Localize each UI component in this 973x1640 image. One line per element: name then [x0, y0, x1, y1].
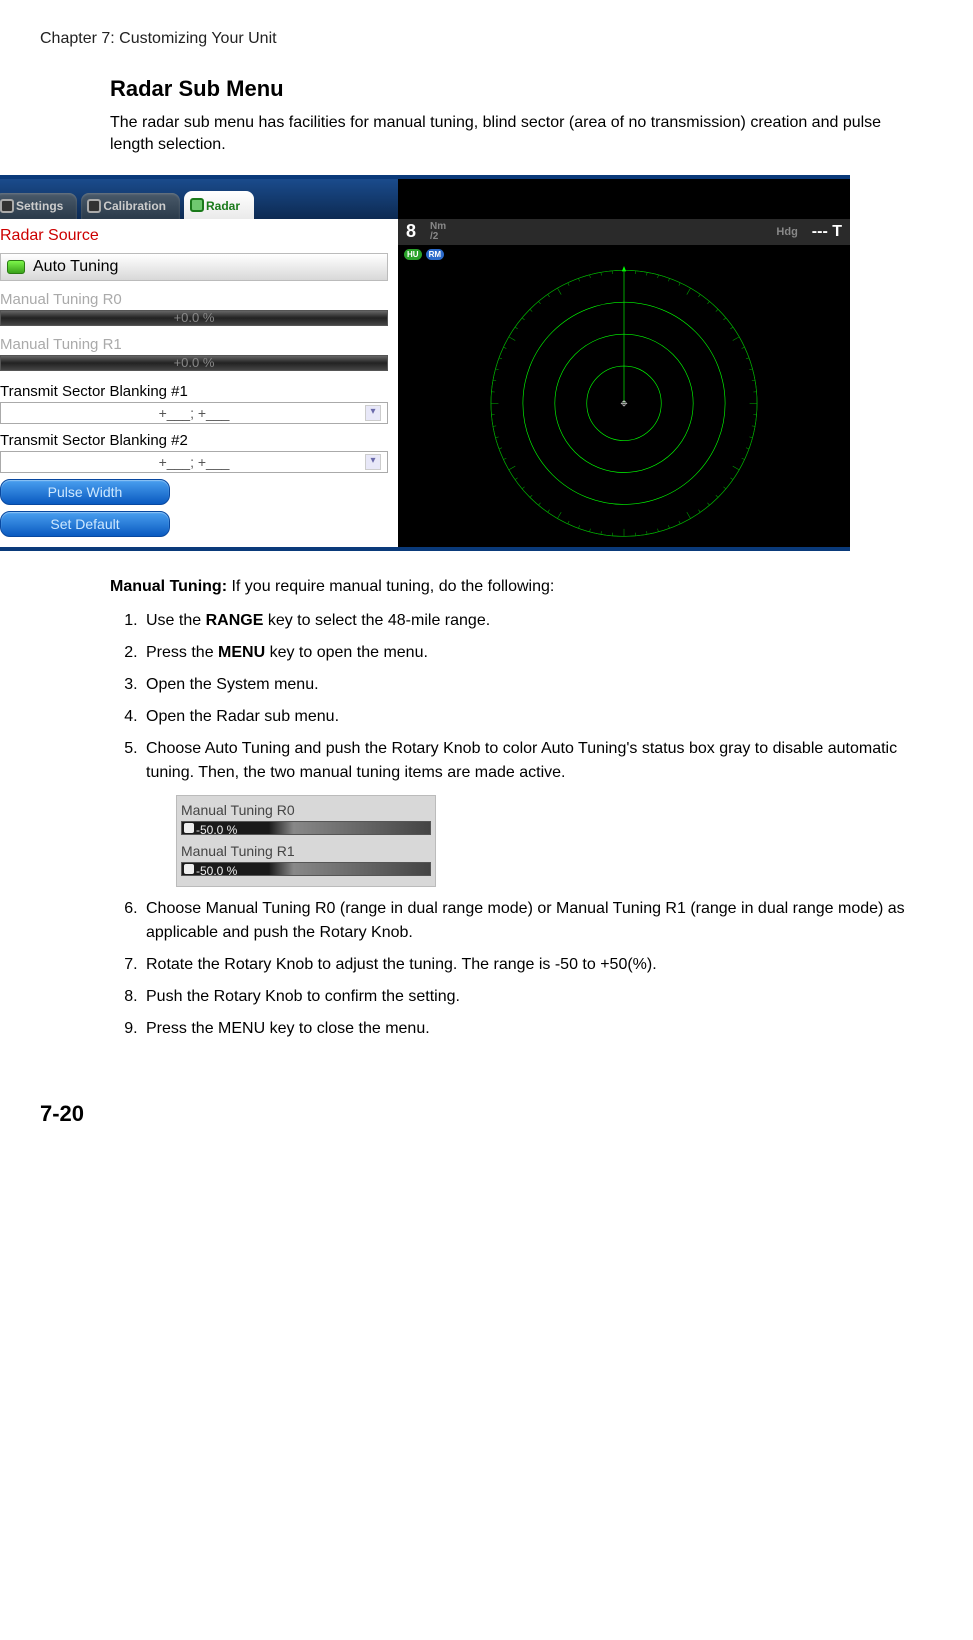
pulse-width-button[interactable]: Pulse Width	[0, 479, 170, 505]
mini-r0-label: Manual Tuning R0	[181, 800, 431, 821]
step-6: Choose Manual Tuning R0 (range in dual r…	[142, 897, 913, 945]
tab-radar[interactable]: Radar	[184, 191, 254, 219]
step-2: Press the MENU key to open the menu.	[142, 641, 913, 665]
mini-r0-slider[interactable]: -50.0 %	[181, 821, 431, 835]
heading-value: --- T	[812, 223, 842, 241]
radar-menu-screenshot: Settings Calibration Radar DFF ETR-6/10N…	[0, 175, 850, 551]
auto-tuning-label: Auto Tuning	[33, 258, 118, 276]
sector-blanking-2-label: Transmit Sector Blanking #2	[0, 430, 388, 451]
manual-tuning-enabled-screenshot: Manual Tuning R0 -50.0 % Manual Tuning R…	[176, 795, 436, 887]
step-9: Press the MENU key to close the menu.	[142, 1017, 913, 1041]
page-number: 7-20	[40, 1101, 933, 1127]
step-8: Push the Rotary Knob to confirm the sett…	[142, 985, 913, 1009]
manual-tuning-r1-label: Manual Tuning R1	[0, 334, 388, 355]
manual-tuning-r0-label: Manual Tuning R0	[0, 289, 388, 310]
range-unit: Nm /2	[430, 222, 446, 242]
auto-tuning-row[interactable]: Auto Tuning	[0, 253, 388, 281]
manual-tuning-r0-slider[interactable]: +0.0 %	[0, 310, 388, 326]
mini-r1-label: Manual Tuning R1	[181, 841, 431, 862]
radar-display-pane: 8 Nm /2 Hdg --- T HU RM	[398, 179, 850, 547]
step-5: Choose Auto Tuning and push the Rotary K…	[142, 737, 913, 887]
mini-r1-slider[interactable]: -50.0 %	[181, 862, 431, 876]
section-title: Radar Sub Menu	[110, 76, 913, 102]
radar-info-bar: 8 Nm /2 Hdg --- T	[398, 219, 850, 245]
step-4: Open the Radar sub menu.	[142, 705, 913, 729]
intro-paragraph: The radar sub menu has facilities for ma…	[110, 112, 913, 157]
panel-heading: Radar Source	[0, 227, 388, 245]
tab-settings[interactable]: Settings	[0, 193, 77, 219]
chapter-header: Chapter 7: Customizing Your Unit	[40, 30, 933, 48]
radar-scope-icon	[398, 249, 850, 547]
manual-tuning-r1-slider[interactable]: +0.0 %	[0, 355, 388, 371]
auto-tuning-status-icon	[7, 260, 25, 274]
sector-blanking-2-dropdown[interactable]: +___; +___	[0, 451, 388, 473]
range-value: 8	[406, 221, 416, 242]
tab-calibration[interactable]: Calibration	[81, 193, 180, 219]
set-default-button[interactable]: Set Default	[0, 511, 170, 537]
sector-blanking-1-dropdown[interactable]: +___; +___	[0, 402, 388, 424]
step-1: Use the RANGE key to select the 48-mile …	[142, 609, 913, 633]
step-3: Open the System menu.	[142, 673, 913, 697]
radar-settings-panel: Radar Source Auto Tuning Manual Tuning R…	[0, 179, 398, 547]
heading-label: Hdg	[776, 226, 797, 238]
manual-tuning-intro: Manual Tuning: If you require manual tun…	[110, 575, 913, 599]
sector-blanking-1-label: Transmit Sector Blanking #1	[0, 381, 388, 402]
step-7: Rotate the Rotary Knob to adjust the tun…	[142, 953, 913, 977]
